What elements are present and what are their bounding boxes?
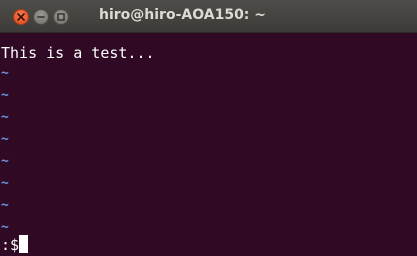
title-bar[interactable]: hiro@hiro-AOA150: ~: [0, 0, 417, 33]
terminal-window: hiro@hiro-AOA150: ~ This is a test... ~ …: [0, 0, 417, 256]
minimize-button[interactable]: [33, 9, 49, 25]
command-line[interactable]: :$: [1, 235, 29, 256]
empty-line-marker: ~: [1, 198, 9, 213]
terminal-area[interactable]: This is a test... ~ ~ ~ ~ ~ ~ ~ ~ :$: [0, 33, 417, 256]
command-line-text: :$: [1, 236, 20, 254]
empty-line-marker: ~: [1, 66, 9, 81]
empty-line-marker: ~: [1, 88, 9, 103]
close-button[interactable]: [13, 9, 29, 25]
close-icon: [17, 13, 25, 21]
empty-line-marker: ~: [1, 110, 9, 125]
buffer-text-line: This is a test...: [1, 44, 155, 62]
window-title: hiro@hiro-AOA150: ~: [99, 7, 267, 23]
empty-line-marker: ~: [1, 132, 9, 147]
text-cursor: [19, 235, 29, 253]
empty-line-marker: ~: [1, 176, 9, 191]
minimize-icon: [37, 16, 45, 18]
empty-line-marker: ~: [1, 154, 9, 169]
maximize-icon: [57, 13, 65, 21]
maximize-button[interactable]: [53, 9, 69, 25]
